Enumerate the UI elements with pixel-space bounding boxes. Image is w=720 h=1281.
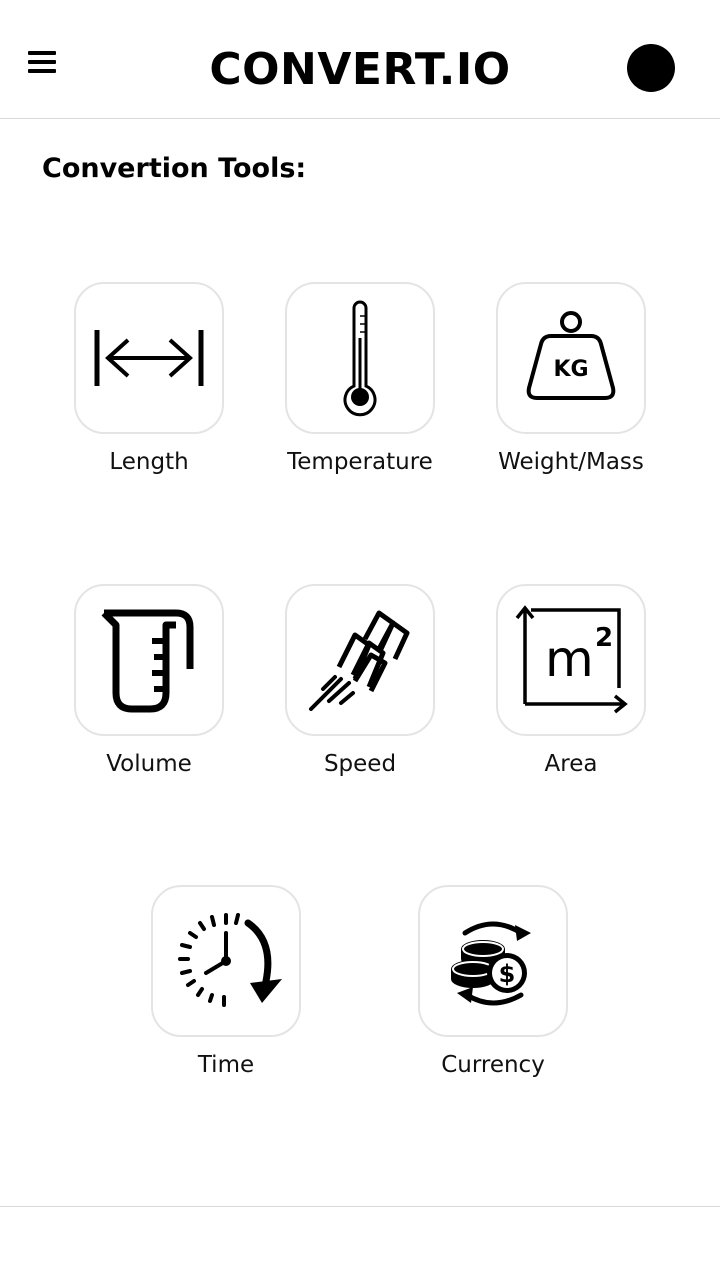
profile-avatar[interactable] bbox=[627, 44, 675, 92]
measuring-cup-icon bbox=[101, 609, 194, 713]
tool-tile[interactable]: $ bbox=[418, 885, 568, 1037]
app-title: CONVERT.IO bbox=[209, 44, 511, 95]
speed-lines-icon bbox=[309, 610, 410, 711]
length-arrow-icon bbox=[94, 330, 204, 386]
tool-tile[interactable] bbox=[74, 282, 224, 434]
tool-label-area: Area bbox=[544, 751, 598, 777]
tool-area[interactable]: m 2 Area bbox=[471, 584, 671, 780]
area-unit-exponent: 2 bbox=[595, 623, 613, 653]
tool-tile[interactable] bbox=[285, 584, 435, 736]
clock-arrow-icon bbox=[178, 913, 282, 1007]
tool-label-speed: Speed bbox=[323, 751, 397, 777]
currency-symbol: $ bbox=[499, 960, 516, 988]
tool-volume[interactable]: Volume bbox=[49, 584, 249, 780]
tool-time[interactable]: Time bbox=[126, 885, 326, 1081]
tool-label-weight-mass: Weight/Mass bbox=[498, 449, 644, 475]
weight-unit-text: KG bbox=[553, 357, 588, 382]
tool-tile[interactable] bbox=[151, 885, 301, 1037]
tool-speed[interactable]: Speed bbox=[260, 584, 460, 780]
coins-exchange-icon: $ bbox=[451, 921, 531, 1006]
thermometer-icon bbox=[343, 300, 377, 417]
tool-label-currency: Currency bbox=[441, 1052, 545, 1078]
tool-weight-mass[interactable]: KG Weight/Mass bbox=[471, 282, 671, 478]
kg-weight-icon: KG bbox=[526, 311, 616, 400]
tool-currency[interactable]: $ Currency bbox=[393, 885, 593, 1081]
tool-length[interactable]: Length bbox=[49, 282, 249, 478]
area-m2-icon: m 2 bbox=[515, 605, 628, 714]
tool-tile[interactable] bbox=[74, 584, 224, 736]
tool-label-volume: Volume bbox=[106, 751, 192, 777]
tool-label-length: Length bbox=[109, 449, 189, 475]
tool-tile[interactable] bbox=[285, 282, 435, 434]
section-title: Convertion Tools: bbox=[42, 153, 307, 184]
tool-tile[interactable]: m 2 bbox=[496, 584, 646, 736]
bottom-bar bbox=[0, 1206, 720, 1281]
area-unit-base: m bbox=[545, 630, 594, 688]
app-header: CONVERT.IO bbox=[0, 0, 720, 119]
tool-label-temperature: Temperature bbox=[287, 449, 433, 475]
tool-temperature[interactable]: Temperature bbox=[260, 282, 460, 478]
tool-label-time: Time bbox=[197, 1052, 255, 1078]
tool-tile[interactable]: KG bbox=[496, 282, 646, 434]
